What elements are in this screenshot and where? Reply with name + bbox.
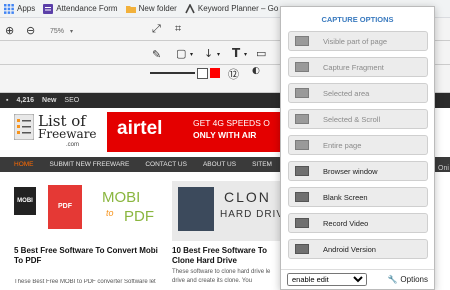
capture-option-label: Visible part of page <box>323 36 388 46</box>
capture-option-3[interactable]: Selected area <box>288 83 428 103</box>
capture-option-label: Android Version <box>323 244 376 254</box>
entire-page-icon <box>295 140 309 150</box>
record-video-icon <box>295 218 309 228</box>
capture-option-2[interactable]: Capture Fragment <box>288 57 428 77</box>
zoom-out-icon[interactable]: ⊖ <box>26 24 35 37</box>
capture-option-label: Browser window <box>323 166 378 176</box>
logo-list-icon <box>14 114 34 140</box>
card1-img-word3: PDF <box>124 208 154 225</box>
seo-link[interactable]: SEO <box>64 97 79 104</box>
options-label: Options <box>400 275 428 284</box>
capture-option-label: Selected area <box>323 88 370 98</box>
capture-option-label: Selected & Scroll <box>323 114 381 124</box>
selected-scroll-icon <box>295 114 309 124</box>
blur-icon[interactable]: ◐ <box>252 66 260 76</box>
capture-option-6[interactable]: Browser window <box>288 161 428 181</box>
bookmark-new-folder[interactable]: New folder <box>125 4 177 14</box>
capture-option-label: Blank Screen <box>323 192 368 202</box>
capture-options-popup: CAPTURE OPTIONS Visible part of page Capt… <box>280 6 435 290</box>
bookmark-attendance-form[interactable]: Attendance Form <box>43 3 118 14</box>
card2-desc: These software to clone hard drive le dr… <box>172 269 271 284</box>
airtel-ad-banner[interactable]: airtel GET 4G SPEEDS O ONLY WITH AIR <box>107 112 280 152</box>
side-text: Oni <box>438 165 449 172</box>
bookmark-label: Apps <box>17 4 36 13</box>
card2-image[interactable]: CLON HARD DRIV <box>172 181 280 241</box>
speech-bubble-icon[interactable]: ▭ <box>256 47 266 60</box>
bookmark-label: Keyword Planner – Go <box>197 4 279 13</box>
capture-option-label: Entire page <box>323 140 362 150</box>
card2-title[interactable]: 10 Best Free Software To Clone Hard Driv… <box>172 246 282 266</box>
capture-option-9[interactable]: Android Version <box>288 239 428 259</box>
capture-option-label: Record Video <box>323 218 369 228</box>
google-ads-icon <box>185 3 195 13</box>
bookmark-label: New folder <box>138 4 177 13</box>
zoom-level[interactable]: 75% <box>50 28 64 35</box>
capture-option-label: Capture Fragment <box>323 62 384 72</box>
nav-sitemap[interactable]: SITEM <box>252 161 272 168</box>
popup-footer: enable edit 🔧 Options <box>281 269 434 289</box>
android-icon <box>295 244 309 254</box>
site-logo[interactable]: List of Freeware .com <box>12 112 102 152</box>
form-icon <box>43 3 54 14</box>
bookmark-keyword-planner[interactable]: Keyword Planner – Go <box>185 3 279 14</box>
wrench-icon: 🔧 <box>387 275 398 284</box>
capture-option-5[interactable]: Entire page <box>288 135 428 155</box>
card1-title[interactable]: 5 Best Free Software To Convert Mobi To … <box>14 246 164 266</box>
stroke-color-swatch[interactable] <box>197 68 208 79</box>
nav-home[interactable]: HOME <box>14 161 34 168</box>
nav-submit[interactable]: SUBMIT NEW FREEWARE <box>50 161 130 168</box>
logo-text-line2: Freeware <box>38 127 97 141</box>
line-width-icon[interactable] <box>150 72 195 74</box>
capture-option-7[interactable]: Blank Screen <box>288 187 428 207</box>
ad-line2: ONLY WITH AIR <box>193 130 257 140</box>
card2-img-word1: CLON <box>224 189 271 205</box>
pencil-icon[interactable]: ✎ <box>152 48 161 61</box>
arrow-dropdown-icon[interactable]: ▾ <box>217 51 220 58</box>
text-tool-icon[interactable]: T <box>232 46 240 60</box>
comment-icon: ▪ <box>6 97 9 104</box>
arrow-icon[interactable]: ↓ <box>204 47 213 60</box>
zoom-in-icon[interactable]: ⊕ <box>5 24 14 37</box>
visible-page-icon <box>295 36 309 46</box>
bookmark-apps[interactable]: Apps <box>4 3 36 14</box>
shape-dropdown-icon[interactable]: ▾ <box>190 51 193 58</box>
card2-img-word2: HARD DRIV <box>220 209 280 220</box>
site-count: 4,216 <box>16 97 35 104</box>
blank-screen-icon <box>295 192 309 202</box>
hard-drive-icon <box>178 187 214 231</box>
mobi-file-icon: MOBI <box>14 187 36 215</box>
rectangle-icon[interactable]: ▢ <box>176 47 186 60</box>
fragment-icon <box>295 62 309 72</box>
fill-color-swatch[interactable] <box>210 68 220 78</box>
folder-icon <box>125 5 136 13</box>
ad-line1: GET 4G SPEEDS O <box>193 118 270 128</box>
logo-domain: .com <box>66 142 80 148</box>
card1-img-word1: MOBI <box>102 189 141 206</box>
popup-title: CAPTURE OPTIONS <box>321 15 394 24</box>
capture-option-1[interactable]: Visible part of page <box>288 31 428 51</box>
options-link[interactable]: 🔧 Options <box>387 275 428 284</box>
card1-desc: These Best Free MOBI to PDF converter So… <box>14 279 156 285</box>
bookmark-label: Attendance Form <box>56 4 118 13</box>
resize-icon[interactable]: ⤢ <box>152 22 161 36</box>
capture-option-4[interactable]: Selected & Scroll <box>288 109 428 129</box>
selected-area-icon <box>295 88 309 98</box>
mode-select[interactable]: enable edit <box>287 273 367 286</box>
card1-image[interactable]: MOBI PDF MOBI to PDF <box>14 185 164 245</box>
text-dropdown-icon[interactable]: ▾ <box>244 51 247 58</box>
card1-img-word2: to <box>106 208 114 218</box>
pdf-file-icon: PDF <box>48 185 82 229</box>
ad-brand: airtel <box>117 118 163 139</box>
capture-option-8[interactable]: Record Video <box>288 213 428 233</box>
crop-icon[interactable]: ⌗ <box>175 22 181 36</box>
nav-contact[interactable]: CONTACT US <box>145 161 187 168</box>
nav-about[interactable]: ABOUT US <box>203 161 236 168</box>
new-link[interactable]: New <box>42 97 56 104</box>
number-stamp-icon[interactable]: ⑫ <box>228 66 239 82</box>
apps-grid-icon <box>4 3 14 14</box>
browser-window-icon <box>295 166 309 176</box>
zoom-dropdown-icon[interactable]: ▾ <box>70 28 73 35</box>
